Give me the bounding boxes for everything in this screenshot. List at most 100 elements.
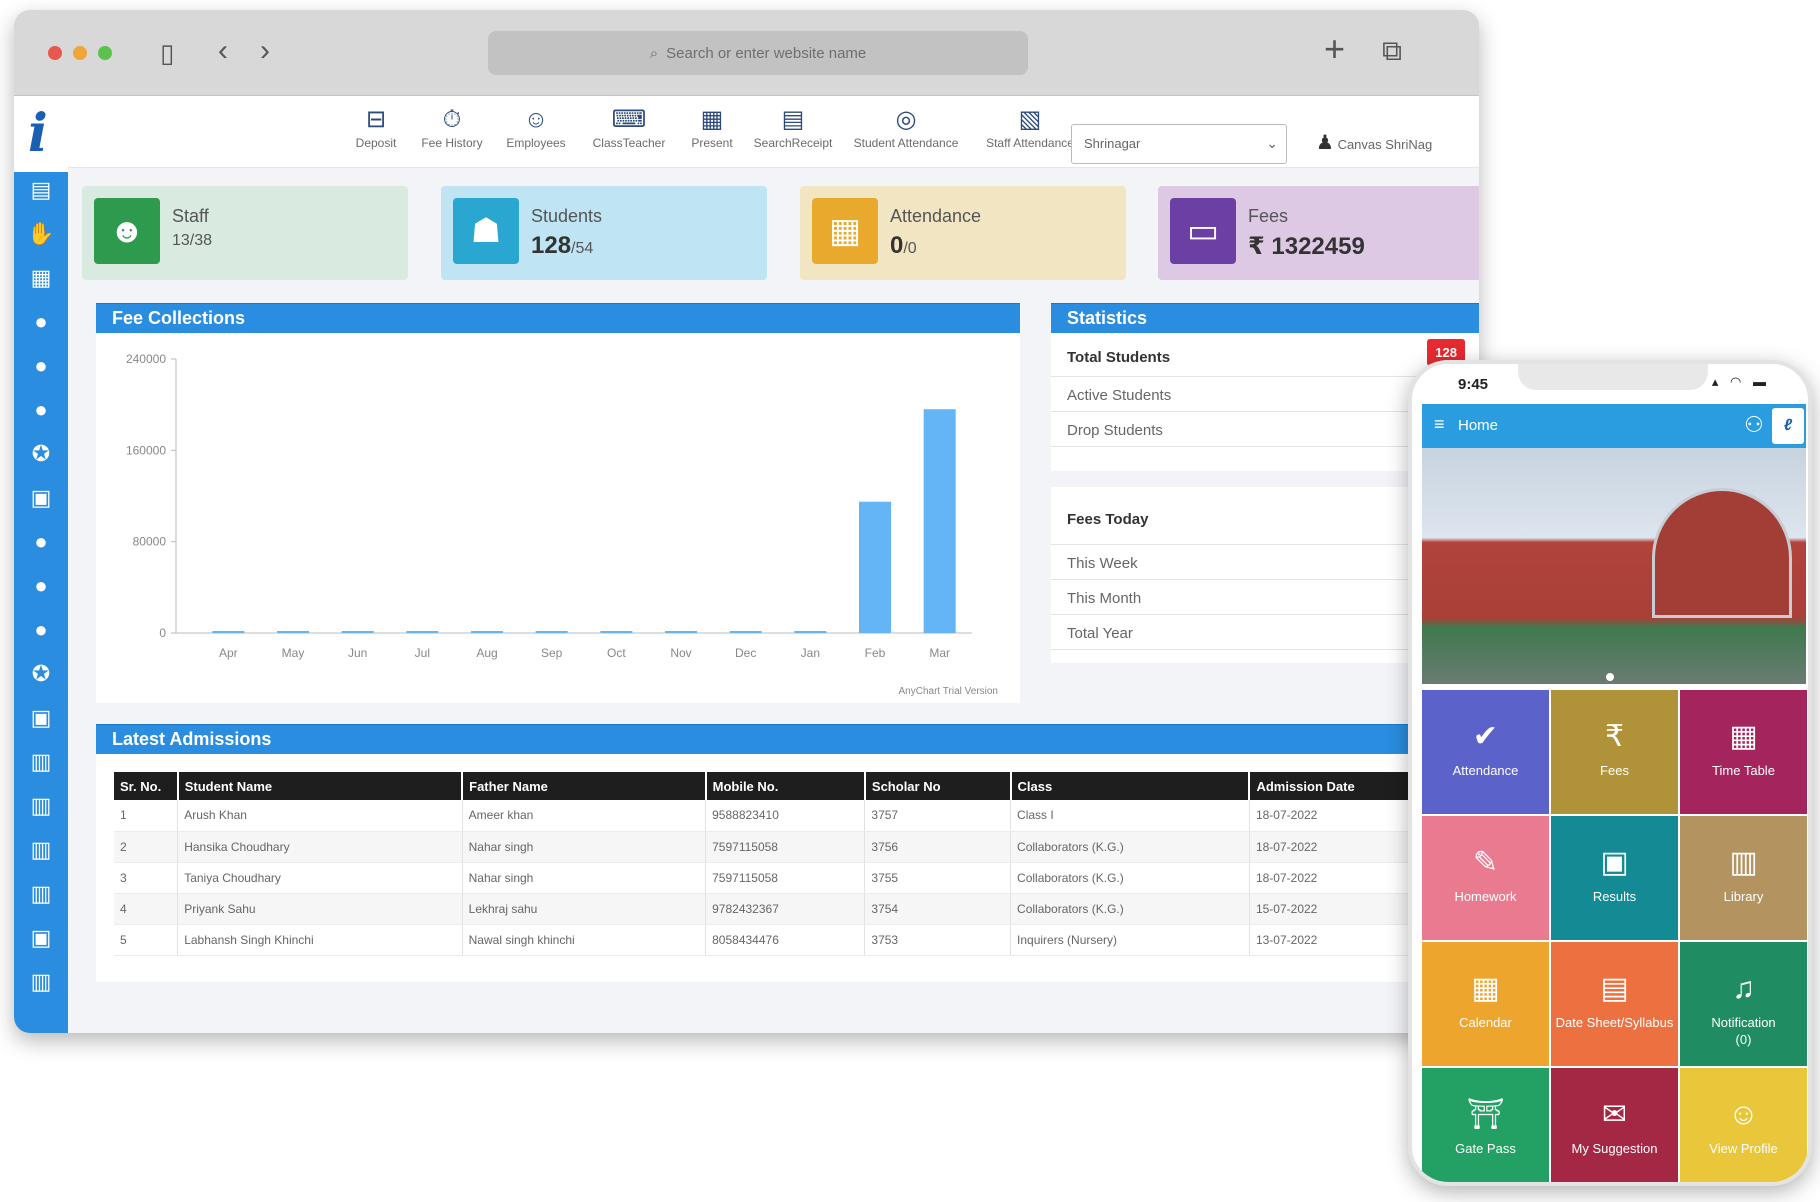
tile-date-sheet-syllabus[interactable]: ▤ Date Sheet/Syllabus — [1551, 942, 1678, 1066]
sidebar-user-icon[interactable]: ● — [24, 616, 58, 644]
sidebar-document-icon[interactable]: ▤ — [24, 176, 58, 204]
y-tick-label: 0 — [159, 626, 166, 640]
toolbar-search-receipt[interactable]: ▤ SearchReceipt — [748, 106, 838, 150]
receipt-icon: ▤ — [781, 106, 805, 133]
x-tick-label: Feb — [865, 646, 886, 660]
sidebar-user-icon[interactable]: ● — [24, 572, 58, 600]
datesheet-icon: ▤ — [1600, 972, 1629, 1005]
sidebar-user-icon[interactable]: ● — [24, 308, 58, 336]
toolbar-present[interactable]: ▦ Present — [680, 106, 744, 150]
student-reading-icon: ☗ — [453, 198, 519, 264]
students-card[interactable]: ☗ Students 128/54 — [441, 186, 767, 280]
total-students-row: Total Students 128 — [1051, 333, 1479, 377]
fees-card[interactable]: ▭ Fees ₹ 1322459 — [1158, 186, 1479, 280]
toolbar-deposit[interactable]: ⊟ Deposit — [344, 106, 408, 150]
tile-fees[interactable]: ₹ Fees — [1551, 690, 1678, 814]
x-tick-label: Aug — [476, 646, 497, 660]
maximize-window-button[interactable] — [98, 46, 112, 60]
toolbar-employees[interactable]: ☺ Employees — [496, 106, 576, 150]
hamburger-menu-icon[interactable]: ≡ — [1434, 414, 1445, 435]
tile-gate-pass[interactable]: ⛩ Gate Pass — [1422, 1068, 1549, 1182]
x-tick-label: Nov — [670, 646, 691, 660]
table-cell: 5 — [114, 924, 179, 956]
sidebar-user-icon[interactable]: ● — [24, 528, 58, 556]
address-bar[interactable]: ⌕ Search or enter website name — [488, 31, 1028, 75]
table-row[interactable]: 2 Hansika Choudhary Nahar singh 7597115058 3… — [114, 831, 1461, 863]
bar — [665, 631, 697, 633]
tabs-overview-icon[interactable]: ⧉ — [1382, 36, 1402, 66]
table-cell: Nawal singh khinchi — [462, 924, 707, 956]
tile-label: My Suggestion — [1571, 1141, 1658, 1156]
sidebar-report-icon[interactable]: ▣ — [24, 704, 58, 732]
tile-label: Library — [1723, 889, 1764, 904]
bell-icon: ♫ — [1732, 972, 1755, 1005]
suggestion-icon: ✉ — [1601, 1098, 1628, 1131]
table-cell: Collaborators (K.G.) — [1010, 831, 1250, 863]
table-cell: Nahar singh — [462, 862, 707, 894]
school-building-photo — [1422, 448, 1806, 684]
carousel-dot[interactable] — [1606, 673, 1614, 681]
sidebar-report-icon[interactable]: ▣ — [24, 924, 58, 952]
users-icon[interactable]: ⚇ — [1744, 412, 1764, 438]
sidebar-user-icon[interactable]: ● — [24, 352, 58, 380]
sidebar-report-icon[interactable]: ▣ — [24, 484, 58, 512]
branch-select[interactable]: Shrinagar ⌄ — [1071, 124, 1287, 164]
toolbar-class-teacher[interactable]: ⌨ ClassTeacher — [584, 106, 674, 150]
table-row[interactable]: 4 Priyank Sahu Lekhraj sahu 9782432367 3754 C… — [114, 893, 1461, 925]
sidebar-award-icon[interactable]: ✪ — [24, 660, 58, 688]
toolbar-fee-history[interactable]: ⏱ Fee History — [412, 106, 492, 150]
tile-homework[interactable]: ✎ Homework — [1422, 816, 1549, 940]
table-cell: Nahar singh — [462, 831, 707, 863]
sidebar-hand-icon[interactable]: ✋ — [24, 220, 58, 248]
sidebar-clipboard-icon[interactable]: ▥ — [24, 880, 58, 908]
sidebar-award-icon[interactable]: ✪ — [24, 440, 58, 468]
admissions-table-wrap: Sr. No. Student Name Father Name Mobile No.… — [96, 754, 1479, 982]
tile-label: Date Sheet/Syllabus — [1555, 1015, 1674, 1030]
sidebar-clipboard-icon[interactable]: ▥ — [24, 792, 58, 820]
staff-card[interactable]: ☻ Staff 13/38 — [82, 186, 408, 280]
bar — [212, 631, 245, 633]
employees-icon: ☺ — [523, 106, 549, 133]
table-row[interactable]: 1 Arush Khan Ameer khan 9588823410 3757 Class… — [114, 800, 1461, 832]
tile-attendance[interactable]: ✔ Attendance — [1422, 690, 1549, 814]
tile-time-table[interactable]: ▦ Time Table — [1680, 690, 1807, 814]
back-icon[interactable]: ‹ — [218, 36, 228, 66]
y-tick-label: 240000 — [126, 352, 166, 366]
phone-notch — [1518, 364, 1708, 390]
table-row[interactable]: 3 Taniya Choudhary Nahar singh 7597115058 37… — [114, 862, 1461, 894]
tile-calendar[interactable]: ▦ Calendar — [1422, 942, 1549, 1066]
tile-notification[interactable]: ♫ Notification (0) — [1680, 942, 1807, 1066]
sidebar-toggle-icon[interactable]: ▯ — [160, 38, 174, 68]
card-title: Students — [531, 206, 603, 226]
fee-collections-chart: 0 80000 160000 240000 Apr May Jun Jul Aug Sep Oct N… — [126, 352, 972, 660]
table-cell: Collaborators (K.G.) — [1010, 862, 1250, 894]
tile-results[interactable]: ▣ Results — [1551, 816, 1678, 940]
toolbar-student-attendance[interactable]: ◎ Student Attendance — [844, 106, 968, 150]
search-icon: ⌕ — [649, 44, 659, 62]
tile-view-profile[interactable]: ☺ View Profile — [1680, 1068, 1807, 1182]
attendance-card[interactable]: ▦ Attendance 0/0 — [800, 186, 1126, 280]
fee-chart-body: 0 80000 160000 240000 Apr May Jun Jul Aug Sep Oct N… — [96, 333, 1020, 703]
app-logo[interactable]: i — [28, 104, 48, 164]
close-window-button[interactable] — [48, 46, 62, 60]
table-cell: 4 — [114, 893, 179, 925]
new-tab-icon[interactable]: + — [1324, 31, 1345, 67]
minimize-window-button[interactable] — [73, 46, 87, 60]
user-menu[interactable]: ♟ Canvas ShriNag — [1316, 130, 1432, 155]
column-header: Scholar No — [864, 772, 1012, 800]
table-row[interactable]: 5 Labhansh Singh Khinchi Nawal singh khinc… — [114, 924, 1461, 956]
statistics-title: Statistics — [1051, 303, 1479, 333]
browser-chrome: ▯ ‹ › ⌕ Search or enter website name + ⧉ — [14, 10, 1479, 96]
sidebar-clipboard-icon[interactable]: ▥ — [24, 968, 58, 996]
sidebar-clipboard-icon[interactable]: ▥ — [24, 748, 58, 776]
sidebar-store-icon[interactable]: ▦ — [24, 264, 58, 292]
forward-icon[interactable]: › — [260, 36, 270, 66]
toolbar-label: Staff Attendance — [986, 136, 1074, 150]
bar — [535, 631, 568, 633]
tile-my-suggestion[interactable]: ✉ My Suggestion — [1551, 1068, 1678, 1182]
sidebar-clipboard-icon[interactable]: ▥ — [24, 836, 58, 864]
latest-admissions-panel: Latest Admissions Sr. No. Student Name Fat… — [96, 724, 1479, 982]
toolbar-staff-attendance[interactable]: ▧ Staff Attendance — [974, 106, 1086, 150]
sidebar-user-icon[interactable]: ● — [24, 396, 58, 424]
tile-library[interactable]: ▥ Library — [1680, 816, 1807, 940]
